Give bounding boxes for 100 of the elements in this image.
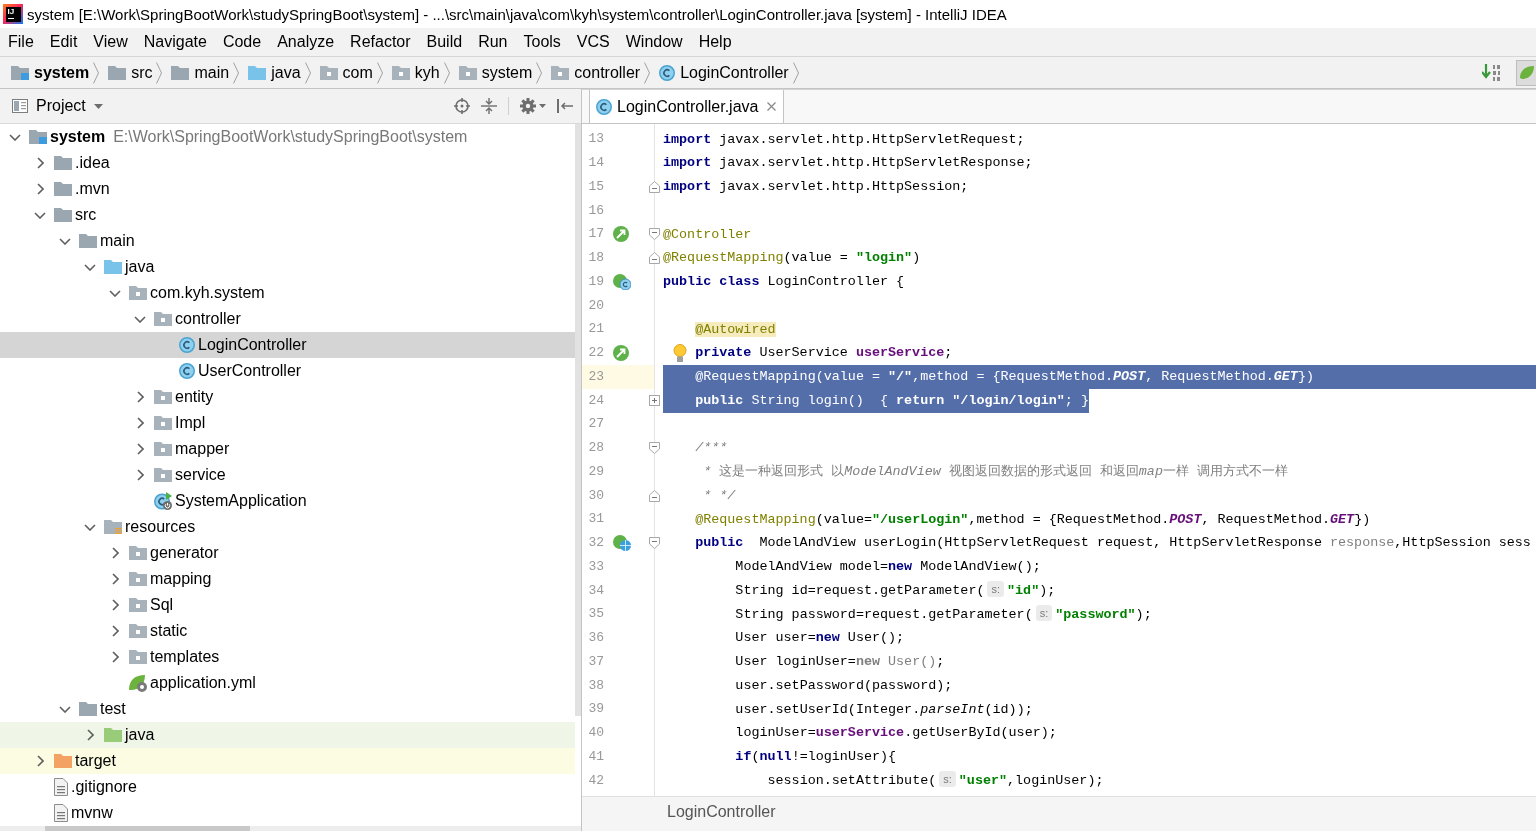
chevron-down-icon[interactable] xyxy=(109,289,121,297)
menu-item[interactable]: Window xyxy=(617,29,691,55)
globe-icon[interactable] xyxy=(613,535,631,552)
line-number: 41 xyxy=(588,748,604,765)
menu-item[interactable]: Navigate xyxy=(135,29,215,55)
tree-item[interactable]: mapper xyxy=(0,436,575,462)
breadcrumb-item[interactable]: java xyxy=(248,59,301,86)
fold-marker-icon[interactable] xyxy=(648,537,660,550)
breadcrumb-item[interactable]: system xyxy=(11,59,90,86)
menu-item[interactable]: Refactor xyxy=(342,29,419,55)
breadcrumb-item[interactable]: kyh xyxy=(391,59,440,86)
circle-class-icon[interactable] xyxy=(613,273,631,290)
menu-item[interactable]: File xyxy=(0,29,42,55)
chevron-right-icon[interactable] xyxy=(111,599,119,611)
close-icon[interactable] xyxy=(767,102,777,111)
chevron-right-icon[interactable] xyxy=(36,183,44,195)
separator-chevron-icon xyxy=(93,61,100,84)
chevron-right-icon[interactable] xyxy=(36,157,44,169)
menu-item[interactable]: Code xyxy=(214,29,270,55)
circle-arrow-icon[interactable] xyxy=(613,345,629,362)
crosshair-icon[interactable] xyxy=(454,98,470,114)
tree-item[interactable]: static xyxy=(0,618,575,644)
menu-item[interactable]: VCS xyxy=(568,29,618,55)
tree-item[interactable]: java xyxy=(0,254,575,280)
tree-item[interactable]: src xyxy=(0,202,575,228)
breadcrumb-item[interactable]: system xyxy=(458,59,533,86)
chevron-right-icon[interactable] xyxy=(136,391,144,403)
tree-item[interactable]: templates xyxy=(0,644,575,670)
chevron-down-icon[interactable] xyxy=(59,237,71,245)
tree-item[interactable]: UserController xyxy=(0,358,575,384)
tree-item[interactable]: test xyxy=(0,696,575,722)
tree-item[interactable]: main xyxy=(0,228,575,254)
menu-item[interactable]: Build xyxy=(418,29,471,55)
tree-item[interactable]: .mvn xyxy=(0,176,575,202)
chevron-right-icon[interactable] xyxy=(86,729,94,741)
tree-item[interactable]: application.yml xyxy=(0,670,575,696)
breadcrumb-item[interactable]: com xyxy=(319,59,373,86)
editor-tab[interactable]: LoginController.java xyxy=(589,90,785,123)
fold-marker-icon[interactable] xyxy=(648,489,660,502)
lightbulb-icon[interactable] xyxy=(673,344,687,363)
fold-marker-icon[interactable] xyxy=(648,228,660,241)
chevron-down-icon[interactable] xyxy=(84,523,96,531)
fold-marker-icon[interactable] xyxy=(648,252,660,265)
menu-item[interactable]: Analyze xyxy=(269,29,343,55)
menu-item[interactable]: View xyxy=(85,29,136,55)
tree-item[interactable]: service xyxy=(0,462,575,488)
tree-item[interactable]: system E:\Work\SpringBootWork\studySpringBoot\system xyxy=(0,124,575,150)
breadcrumb-item[interactable]: main xyxy=(171,59,230,86)
fold-marker-icon[interactable] xyxy=(648,442,660,455)
folder-icon xyxy=(79,702,97,716)
binary-arrow-icon[interactable] xyxy=(1482,63,1502,82)
chevron-right-icon[interactable] xyxy=(136,417,144,429)
tree-item[interactable]: .gitignore xyxy=(0,774,575,800)
chevron-down-icon[interactable] xyxy=(9,133,21,141)
breadcrumb-item[interactable]: src xyxy=(108,59,153,86)
chevron-right-icon[interactable] xyxy=(111,651,119,663)
scrollbar-track[interactable] xyxy=(0,826,581,831)
tree-item[interactable]: com.kyh.system xyxy=(0,280,575,306)
menu-item[interactable]: Tools xyxy=(515,29,569,55)
tree-item[interactable]: SystemApplication xyxy=(0,488,575,514)
tree-item[interactable]: controller xyxy=(0,306,575,332)
chevron-down-icon[interactable] xyxy=(84,263,96,271)
scrollbar-thumb[interactable] xyxy=(575,124,581,716)
tree-item[interactable]: mapping xyxy=(0,566,575,592)
chevron-right-icon[interactable] xyxy=(111,573,119,585)
tree-item[interactable]: LoginController xyxy=(0,332,575,358)
scrollbar-thumb[interactable] xyxy=(45,826,250,831)
breadcrumb-item[interactable]: controller xyxy=(551,59,641,86)
menu-item[interactable]: Run xyxy=(470,29,516,55)
tree-item[interactable]: generator xyxy=(0,540,575,566)
tree-item[interactable]: entity xyxy=(0,384,575,410)
chevron-down-icon[interactable] xyxy=(134,315,146,323)
project-view-selector[interactable]: Project xyxy=(12,97,103,115)
caret-down-icon[interactable] xyxy=(539,104,546,108)
breadcrumb-item[interactable]: LoginController xyxy=(662,801,781,823)
tree-item[interactable]: .idea xyxy=(0,150,575,176)
arrow-to-bar-icon[interactable] xyxy=(557,99,573,113)
package-folder-icon xyxy=(129,624,147,638)
menu-item[interactable]: Help xyxy=(690,29,740,55)
separator-chevron-icon xyxy=(644,61,651,84)
code-line: user.setUserId(Integer.parseInt(id)); xyxy=(735,700,1033,719)
fold-marker-icon[interactable] xyxy=(648,180,660,193)
tree-item[interactable]: Sql xyxy=(0,592,575,618)
chevron-right-icon[interactable] xyxy=(36,755,44,767)
fold-plus-icon[interactable] xyxy=(648,395,660,407)
chevron-right-icon[interactable] xyxy=(111,625,119,637)
menu-item[interactable]: Edit xyxy=(41,29,86,55)
chevron-down-icon[interactable] xyxy=(34,211,46,219)
chevron-right-icon[interactable] xyxy=(111,547,119,559)
tree-item[interactable]: resources xyxy=(0,514,575,540)
collapse-arrows-icon[interactable] xyxy=(481,98,497,114)
tree-item[interactable]: Impl xyxy=(0,410,575,436)
settings-icon[interactable] xyxy=(520,98,536,114)
chevron-right-icon[interactable] xyxy=(136,469,144,481)
tree-item[interactable]: java xyxy=(0,722,575,748)
chevron-right-icon[interactable] xyxy=(136,443,144,455)
tree-item[interactable]: mvnw xyxy=(0,800,575,826)
breadcrumb-item[interactable]: LoginController xyxy=(659,59,789,86)
chevron-down-icon[interactable] xyxy=(59,705,71,713)
tree-item[interactable]: target xyxy=(0,748,575,774)
